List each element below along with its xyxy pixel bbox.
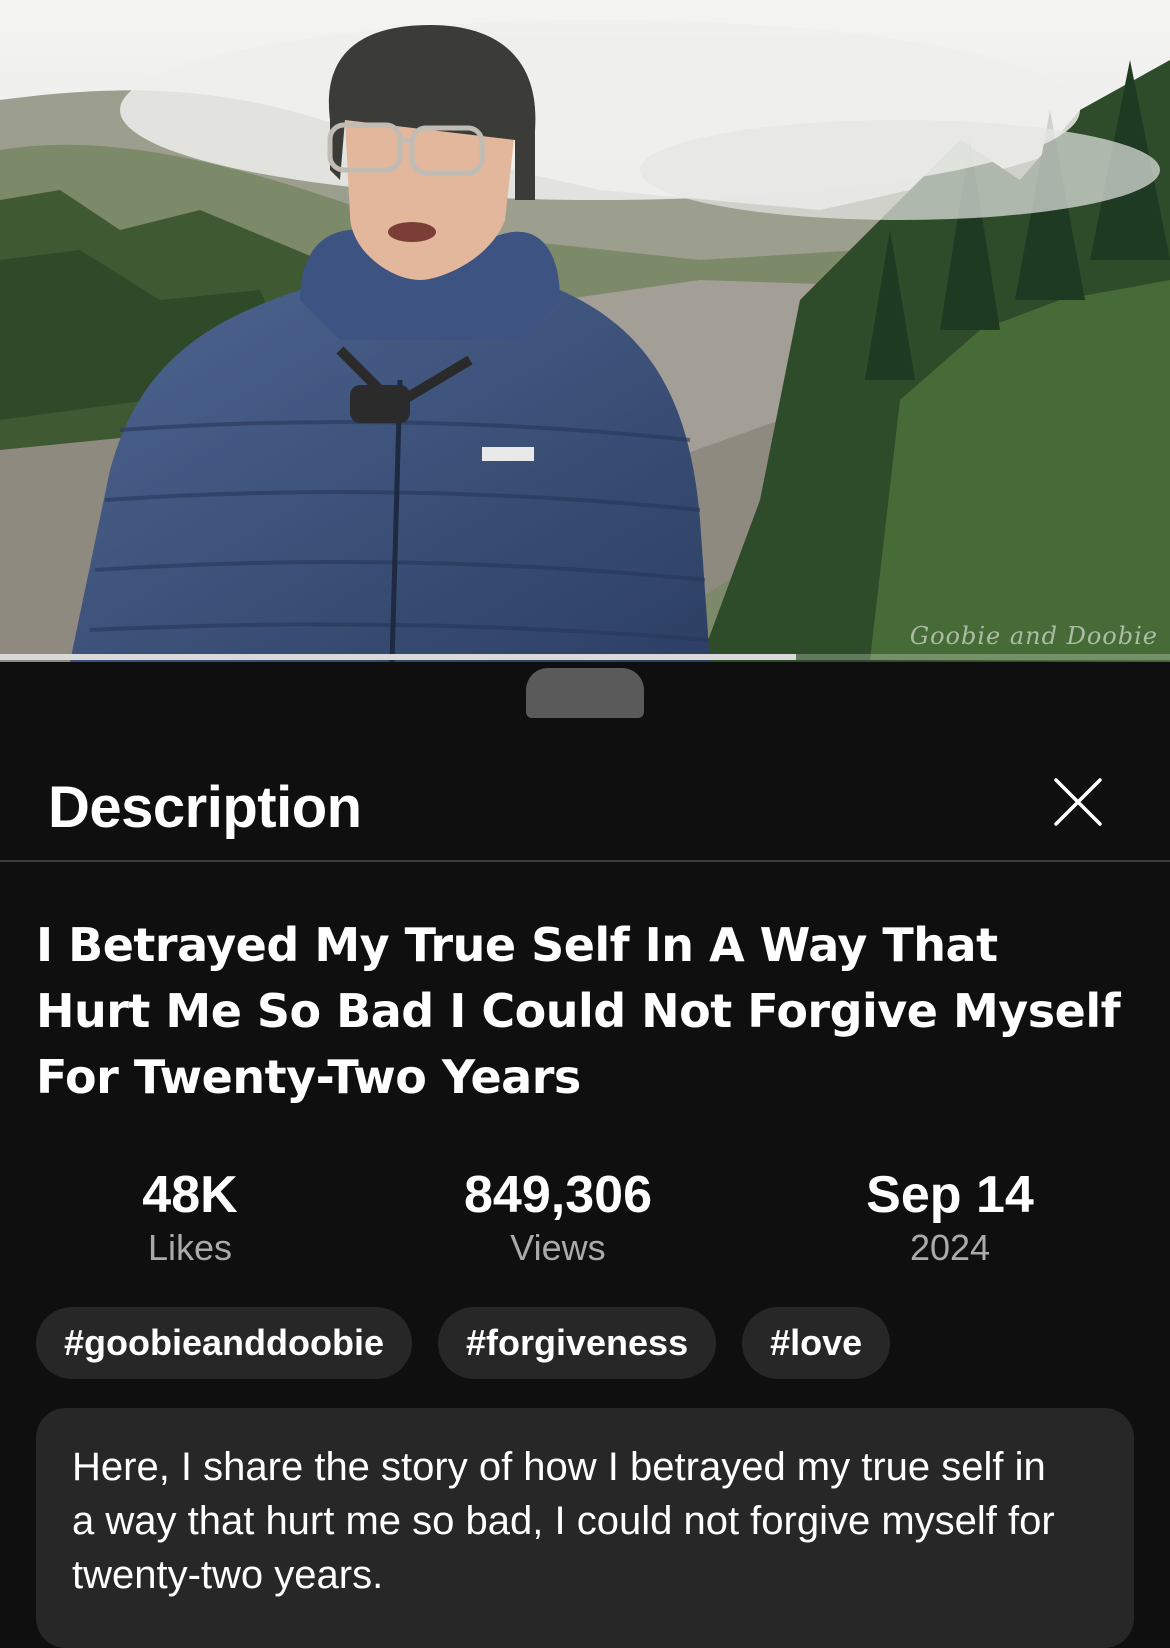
- close-icon: [1054, 778, 1102, 826]
- views-stat: 849,306 Views: [408, 1164, 708, 1270]
- views-label: Views: [510, 1227, 606, 1268]
- description-box[interactable]: Here, I share the story of how I betraye…: [36, 1408, 1134, 1648]
- date-stat: Sep 14 2024: [800, 1164, 1100, 1270]
- description-sheet: Description I Betrayed My True Self In A…: [0, 662, 1170, 1648]
- video-player[interactable]: Goobie and Doobie: [0, 0, 1170, 662]
- views-count: 849,306: [464, 1166, 652, 1224]
- video-title: I Betrayed My True Self In A Way That Hu…: [36, 918, 1121, 1104]
- publish-year: 2024: [909, 1227, 991, 1268]
- sheet-header: Description: [0, 754, 1170, 862]
- description-text: Here, I share the story of how I betraye…: [72, 1445, 1055, 1597]
- hashtag-chip[interactable]: #forgiveness: [438, 1307, 717, 1379]
- channel-watermark: Goobie and Doobie: [909, 622, 1158, 650]
- hashtag-list: #goobieanddoobie #forgiveness #love: [36, 1307, 891, 1379]
- video-frame: [0, 0, 1170, 662]
- progress-bar[interactable]: [0, 654, 1170, 660]
- hashtag-chip[interactable]: #goobieanddoobie: [36, 1307, 412, 1379]
- publish-date: Sep 14: [866, 1166, 1034, 1224]
- likes-count: 48K: [142, 1166, 238, 1224]
- sheet-title: Description: [48, 775, 362, 840]
- likes-label: Likes: [147, 1227, 233, 1268]
- likes-stat: 48K Likes: [40, 1164, 340, 1270]
- hashtag-chip[interactable]: #love: [742, 1307, 891, 1379]
- progress-bar-fill: [0, 654, 796, 660]
- close-button[interactable]: [1050, 774, 1106, 830]
- drag-handle[interactable]: [526, 668, 644, 718]
